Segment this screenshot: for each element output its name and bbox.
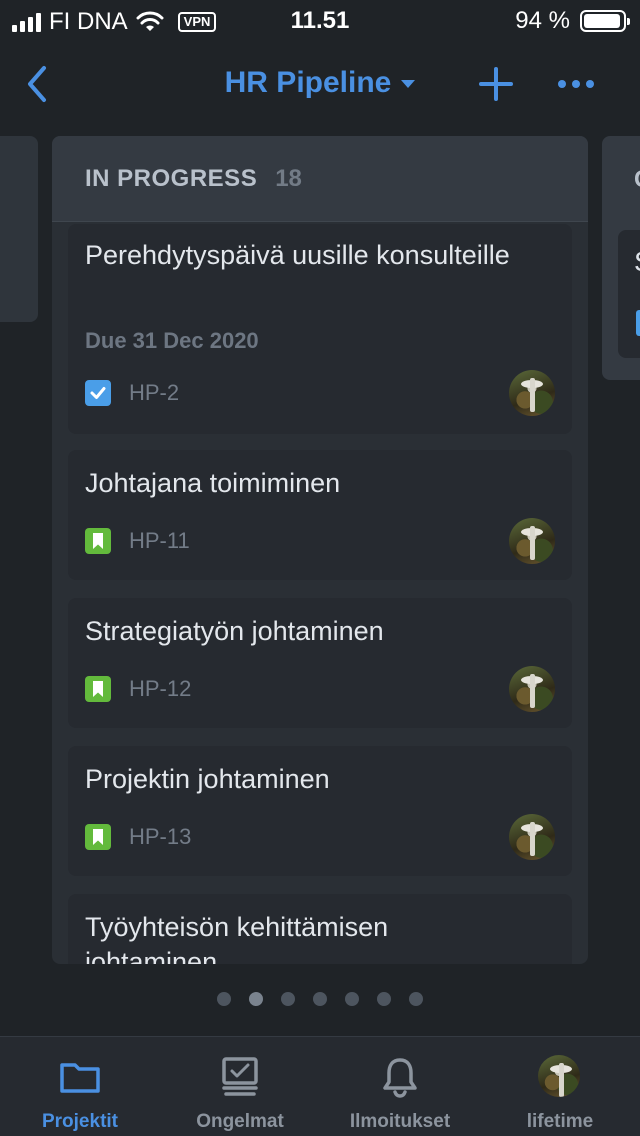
tab-lifetime[interactable]: lifetime <box>480 1037 640 1136</box>
assignee-avatar <box>509 370 555 416</box>
page-dot[interactable] <box>345 992 359 1006</box>
page-dot[interactable] <box>409 992 423 1006</box>
bell-icon <box>383 1058 417 1098</box>
card-list[interactable]: Perehdytyspäivä uusille konsulteille Due… <box>68 224 572 964</box>
tab-label: Ongelmat <box>196 1111 284 1132</box>
issue-title: Perehdytyspäivä uusille konsulteille <box>85 240 510 270</box>
next-column-card[interactable]: S <box>618 230 640 358</box>
battery-icon <box>580 10 630 32</box>
board-switcher[interactable]: HR Pipeline <box>0 66 640 100</box>
tab-ongelmat[interactable]: Ongelmat <box>160 1037 320 1136</box>
column-count: 18 <box>275 164 302 192</box>
issue-card[interactable]: Johtajana toimiminen HP-11 <box>68 450 572 580</box>
more-icon[interactable] <box>556 74 596 94</box>
battery-percent: 94 % <box>515 7 570 34</box>
issue-key: HP-13 <box>129 824 192 849</box>
issue-card[interactable]: Perehdytyspäivä uusille konsulteille Due… <box>68 224 572 434</box>
issue-key: HP-12 <box>129 676 192 701</box>
assignee-avatar <box>509 666 555 712</box>
issue-card[interactable]: Strategiatyön johtaminen HP-12 <box>68 598 572 728</box>
story-type-icon <box>85 676 111 702</box>
status-bar: FI DNA VPN 11.51 94 % <box>0 0 640 42</box>
task-type-icon <box>636 310 640 336</box>
issue-due-date: Due 31 Dec 2020 <box>85 328 259 353</box>
page-indicator[interactable] <box>0 992 640 1006</box>
page-dot[interactable] <box>249 992 263 1006</box>
tab-label: Ilmoitukset <box>349 1111 451 1132</box>
task-type-icon <box>85 380 111 406</box>
issue-key: HP-2 <box>129 380 180 405</box>
issue-title: Johtajana toimiminen <box>85 468 341 498</box>
next-card-title: S <box>634 246 640 278</box>
page-dot[interactable] <box>281 992 295 1006</box>
next-column[interactable]: C S <box>602 136 640 380</box>
issue-key: HP-11 <box>129 528 190 553</box>
story-type-icon <box>85 528 111 554</box>
navigation-bar: HR Pipeline <box>0 52 640 116</box>
board-column-in-progress: IN PROGRESS 18 Perehdytyspäivä uusille k… <box>52 136 588 964</box>
page-dot[interactable] <box>217 992 231 1006</box>
assignee-avatar <box>509 814 555 860</box>
column-header: IN PROGRESS 18 <box>52 136 588 222</box>
issue-card[interactable]: Työyhteisön kehittämisen johtaminen <box>68 894 572 964</box>
profile-avatar <box>538 1055 580 1097</box>
issue-title: Strategiatyön johtaminen <box>85 616 384 646</box>
previous-column[interactable] <box>0 136 38 322</box>
board-title: HR Pipeline <box>224 66 392 99</box>
page-dot[interactable] <box>377 992 391 1006</box>
issue-title: Työyhteisön kehittämisen johtaminen <box>85 912 389 964</box>
tab-label: lifetime <box>526 1111 594 1132</box>
column-name: IN PROGRESS <box>85 164 258 192</box>
assignee-avatar <box>509 518 555 564</box>
tab-bar: Projektit Ongelmat Ilmoitukset lifetime <box>0 1036 640 1136</box>
next-column-header: C <box>634 166 640 194</box>
page-dot[interactable] <box>313 992 327 1006</box>
issue-card[interactable]: Projektin johtaminen HP-13 <box>68 746 572 876</box>
tab-label: Projektit <box>41 1111 119 1132</box>
caret-down-icon <box>401 80 416 89</box>
story-type-icon <box>85 824 111 850</box>
folder-icon <box>60 1063 100 1093</box>
tab-ilmoitukset[interactable]: Ilmoitukset <box>320 1037 480 1136</box>
add-icon[interactable] <box>478 66 514 102</box>
issue-title: Projektin johtaminen <box>85 764 330 794</box>
tab-projektit[interactable]: Projektit <box>0 1037 160 1136</box>
monitor-check-icon <box>222 1057 258 1096</box>
